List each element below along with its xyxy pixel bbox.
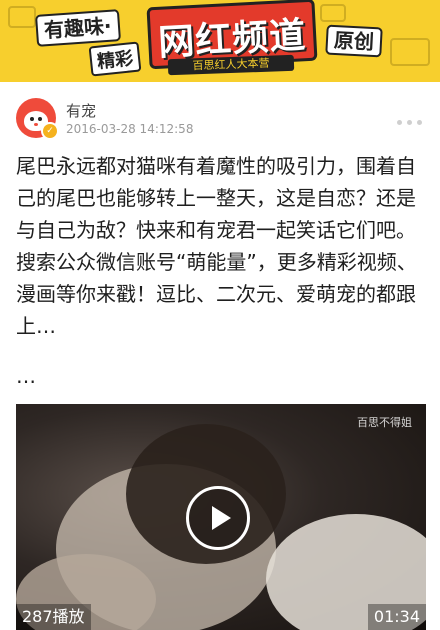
verified-badge-icon: ✓ [41, 122, 59, 140]
video-duration: 01:34 [367, 604, 426, 630]
post-text-ellipsis: … [16, 364, 36, 388]
channel-banner[interactable]: 有趣味· 精彩 网红频道 百思红人大本营 原创 [0, 0, 440, 82]
banner-tag-small: 精彩 [88, 41, 142, 77]
banner-tag-right: 原创 [325, 24, 383, 58]
post-text[interactable]: 尾巴永远都对猫咪有着魔性的吸引力，围着自己的尾巴也能够转上一整天，这是自恋？还是… [16, 150, 424, 342]
banner-doodle [390, 38, 430, 66]
video-watermark: 百思不得姐 [357, 416, 412, 429]
banner-subtitle-bar: 百思红人大本营 [167, 54, 295, 76]
author-name[interactable]: 有宠 [66, 100, 96, 121]
banner-subtitle: 百思红人大本营 [192, 56, 270, 73]
banner-doodle [8, 6, 36, 28]
play-icon[interactable] [186, 486, 250, 550]
banner-doodle [320, 4, 346, 22]
banner-tag-left: 有趣味· [34, 9, 121, 47]
post-timestamp: 2016-03-28 14:12:58 [66, 122, 194, 136]
post-header: ✓ 有宠 2016-03-28 14:12:58 [0, 92, 440, 148]
video-player[interactable]: 百思不得姐 287播放 01:34 [16, 404, 426, 630]
video-play-count: 287播放 [16, 604, 91, 630]
more-dots-icon[interactable] [392, 110, 428, 126]
